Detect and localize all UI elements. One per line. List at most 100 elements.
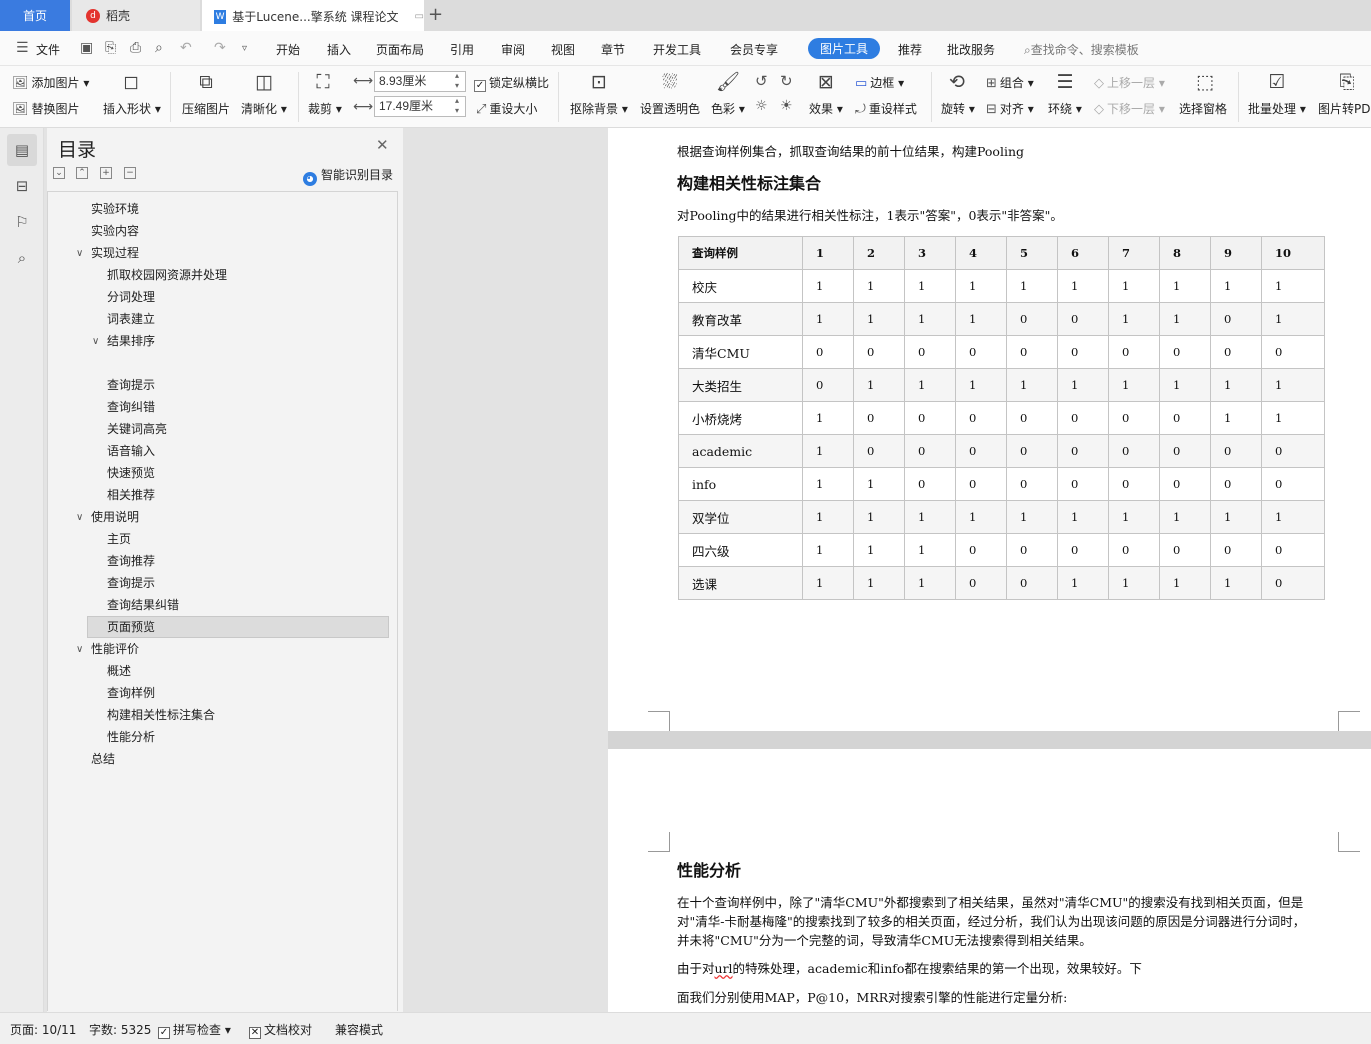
menu-recommend[interactable]: 推荐 (898, 41, 922, 58)
toc-item[interactable]: 关键词高亮 (107, 418, 167, 440)
reset-size-button[interactable]: ⤢ 重设大小 (476, 100, 537, 117)
table-cell[interactable]: 1 (802, 467, 854, 501)
toc-item[interactable]: 查询提示 (107, 374, 155, 396)
table-cell[interactable]: 1 (853, 368, 905, 402)
print-preview-icon[interactable]: ⌕ (155, 40, 163, 56)
table-cell[interactable]: 1 (955, 500, 1007, 534)
table-cell[interactable]: 1 (1108, 566, 1160, 600)
reset-style-button[interactable]: ⤾ 重设样式 (855, 100, 917, 117)
rotate-button[interactable]: 旋转 ▾ (941, 100, 975, 117)
lock-ratio-checkbox[interactable]: ✓ 锁定纵横比 (474, 74, 549, 92)
table-cell[interactable]: 1 (853, 467, 905, 501)
table-cell[interactable]: 1 (904, 302, 956, 336)
table-cell[interactable]: 1 (853, 533, 905, 567)
select-pane-button[interactable]: 选择窗格 (1179, 100, 1227, 117)
tab-home[interactable]: 首页 (0, 0, 70, 31)
table-cell-query[interactable]: 教育改革 (678, 302, 803, 336)
table-cell[interactable]: 0 (1108, 467, 1160, 501)
table-cell[interactable]: 1 (1210, 566, 1262, 600)
toc-item[interactable]: 概述 (107, 660, 131, 682)
table-cell[interactable]: 0 (1261, 533, 1325, 567)
doc-paragraph[interactable]: 根据查询样例集合，抓取查询结果的前十位结果，构建Pooling (677, 141, 1024, 160)
close-icon[interactable]: ✕ (376, 136, 389, 154)
toc-item[interactable]: 实现过程 (91, 242, 139, 264)
menu-insert[interactable]: 插入 (327, 41, 351, 58)
table-cell[interactable]: 0 (955, 335, 1007, 369)
table-cell[interactable]: 1 (1006, 500, 1058, 534)
toc-item[interactable]: 查询纠错 (107, 396, 155, 418)
brightness-icon[interactable]: ☼ (755, 98, 768, 114)
table-cell[interactable]: 0 (955, 467, 1007, 501)
table-header-cell[interactable]: 9 (1210, 236, 1262, 270)
remove-background-button[interactable]: 抠除背景 ▾ (570, 100, 628, 117)
table-cell[interactable]: 0 (955, 533, 1007, 567)
table-cell[interactable]: 0 (1057, 401, 1109, 435)
table-cell[interactable]: 0 (904, 335, 956, 369)
table-cell[interactable]: 0 (1210, 467, 1262, 501)
table-header-cell[interactable]: 2 (853, 236, 905, 270)
new-tab-icon[interactable]: + (428, 4, 443, 25)
table-cell[interactable]: 0 (1210, 302, 1262, 336)
table-cell[interactable]: 1 (1210, 368, 1262, 402)
chevron-down-icon[interactable]: ∨ (76, 248, 83, 259)
table-cell[interactable]: 1 (1159, 302, 1211, 336)
table-cell[interactable]: 0 (1159, 467, 1211, 501)
compress-image-button[interactable]: 压缩图片 (182, 100, 230, 117)
table-cell[interactable]: 0 (853, 335, 905, 369)
toc-item[interactable]: 查询推荐 (107, 550, 155, 572)
table-cell[interactable]: 1 (802, 434, 854, 468)
menu-chapter[interactable]: 章节 (601, 41, 625, 58)
quick-access-dropdown-icon[interactable]: ▿ (242, 43, 247, 54)
table-cell[interactable]: 0 (1210, 335, 1262, 369)
table-cell[interactable]: 1 (904, 533, 956, 567)
table-cell[interactable]: 1 (802, 302, 854, 336)
doc-paragraph[interactable]: 在十个查询样例中，除了"清华CMU"外都搜索到了相关结果，虽然对"清华CMU"的… (677, 892, 1303, 911)
table-cell[interactable]: 1 (1159, 566, 1211, 600)
add-image-button[interactable]: 🖼 添加图片 ▾ (12, 74, 89, 91)
table-cell-query[interactable]: 校庆 (678, 269, 803, 303)
chapter-nav-icon[interactable]: ⊟ (11, 175, 33, 197)
toc-item[interactable]: 查询结果纠错 (107, 594, 179, 616)
table-cell[interactable]: 1 (802, 533, 854, 567)
chevron-down-icon[interactable]: ∨ (76, 512, 83, 523)
table-cell[interactable]: 1 (1057, 269, 1109, 303)
chevron-down-icon[interactable]: ∨ (92, 336, 99, 347)
table-cell[interactable]: 1 (1261, 269, 1325, 303)
menu-page-layout[interactable]: 页面布局 (376, 41, 424, 58)
table-cell-query[interactable]: 小桥烧烤 (678, 401, 803, 435)
table-cell[interactable]: 1 (1159, 269, 1211, 303)
toc-item[interactable]: 相关推荐 (107, 484, 155, 506)
toc-item[interactable]: 结果排序 (107, 330, 155, 352)
table-cell[interactable]: 0 (1159, 335, 1211, 369)
word-count[interactable]: 字数: 5325 (89, 1021, 151, 1038)
table-cell[interactable]: 1 (1108, 500, 1160, 534)
sharpen-button[interactable]: 清晰化 ▾ (241, 100, 287, 117)
table-cell[interactable]: 0 (1006, 335, 1058, 369)
height-input[interactable]: 17.49厘米 (374, 96, 466, 117)
table-cell[interactable]: 0 (853, 401, 905, 435)
spell-check-button[interactable]: ✓ 拼写检查 ▾ (158, 1021, 231, 1039)
table-header-cell[interactable]: 1 (802, 236, 854, 270)
image-to-pdf-button[interactable]: 图片转PD (1318, 100, 1370, 117)
table-cell[interactable]: 1 (1108, 269, 1160, 303)
doc-heading[interactable]: 性能分析 (677, 857, 741, 881)
table-header-cell[interactable]: 10 (1261, 236, 1325, 270)
table-cell[interactable]: 0 (1006, 302, 1058, 336)
table-cell-query[interactable]: academic (678, 434, 803, 468)
table-cell[interactable]: 0 (1108, 533, 1160, 567)
menu-correction[interactable]: 批改服务 (947, 41, 995, 58)
table-cell[interactable]: 1 (1057, 368, 1109, 402)
table-cell-query[interactable]: 双学位 (678, 500, 803, 534)
table-cell[interactable]: 1 (1057, 566, 1109, 600)
menu-file[interactable]: 文件 (36, 41, 60, 58)
bookmark-icon[interactable]: ⚐ (11, 211, 33, 233)
toc-item[interactable]: 性能分析 (107, 726, 155, 748)
bring-forward-button[interactable]: ◇ 上移一层 ▾ (1094, 74, 1165, 91)
doc-heading[interactable]: 构建相关性标注集合 (677, 170, 821, 194)
add-heading-icon[interactable]: + (100, 167, 112, 179)
table-cell[interactable]: 0 (802, 335, 854, 369)
toc-item[interactable]: 语音输入 (107, 440, 155, 462)
table-cell[interactable]: 1 (1006, 269, 1058, 303)
table-cell[interactable]: 0 (1057, 335, 1109, 369)
table-cell[interactable]: 0 (1057, 434, 1109, 468)
